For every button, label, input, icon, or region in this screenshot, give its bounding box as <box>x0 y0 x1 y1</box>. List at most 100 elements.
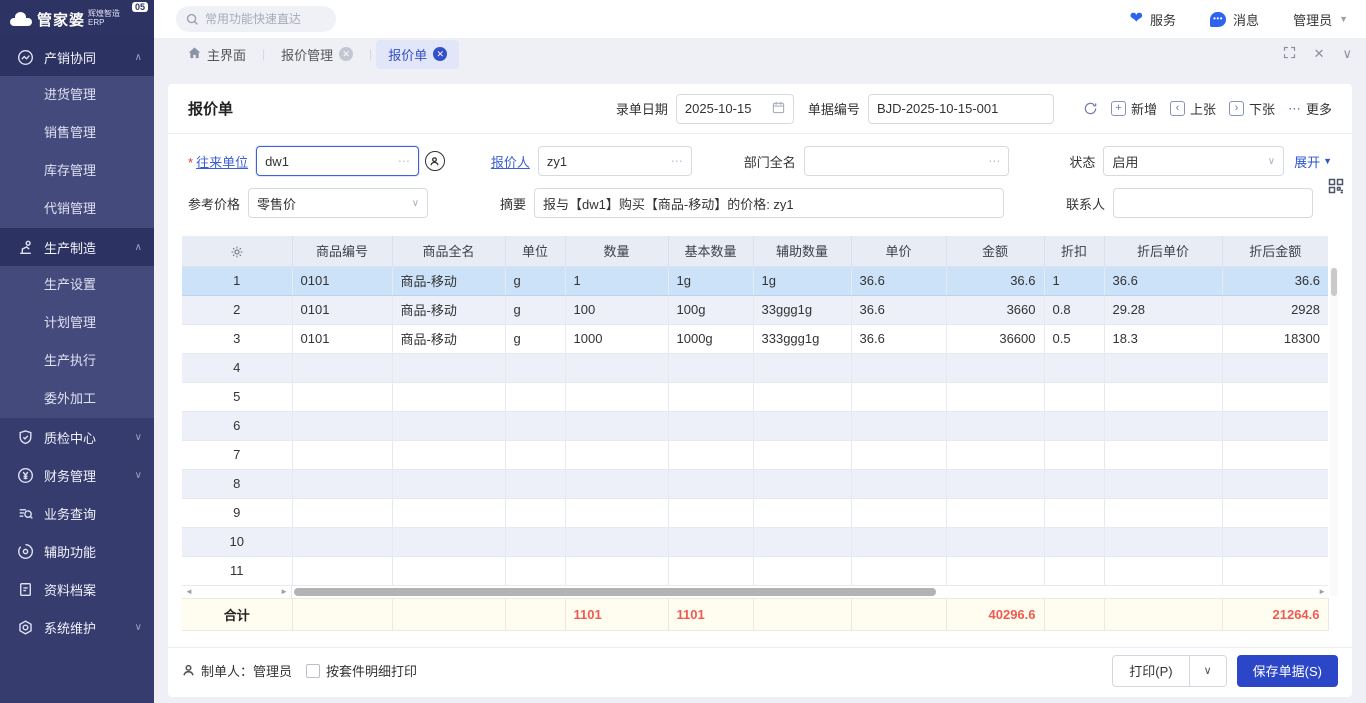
cell[interactable]: g <box>505 266 565 295</box>
cell[interactable] <box>565 556 668 585</box>
calendar-icon[interactable] <box>772 101 785 117</box>
cell[interactable] <box>851 498 946 527</box>
tab-quote-mgmt[interactable]: 报价管理 ✕ <box>269 40 365 69</box>
cell[interactable] <box>1044 382 1104 411</box>
cell[interactable] <box>565 411 668 440</box>
table-row[interactable]: 4 <box>182 353 1328 382</box>
cell[interactable]: 1g <box>668 266 753 295</box>
ellipsis-icon[interactable]: ⋯ <box>671 154 683 168</box>
cell[interactable] <box>753 353 851 382</box>
cell[interactable] <box>292 556 392 585</box>
cell[interactable] <box>392 527 505 556</box>
cell[interactable]: 7 <box>182 440 292 469</box>
cell[interactable]: g <box>505 324 565 353</box>
cell[interactable] <box>753 527 851 556</box>
cell[interactable] <box>851 382 946 411</box>
cell[interactable] <box>505 527 565 556</box>
cell[interactable]: 1g <box>753 266 851 295</box>
cell[interactable] <box>1104 527 1222 556</box>
cell[interactable] <box>668 440 753 469</box>
cell[interactable] <box>292 411 392 440</box>
cell[interactable]: 1 <box>1044 266 1104 295</box>
sidebar-item-data-archives[interactable]: 资料档案 <box>0 570 154 608</box>
cell[interactable]: 36.6 <box>851 324 946 353</box>
cell[interactable] <box>565 440 668 469</box>
cell[interactable]: 商品-移动 <box>392 295 505 324</box>
more-button[interactable]: ⋯ 更多 <box>1288 99 1332 118</box>
column-settings-button[interactable] <box>182 236 292 266</box>
cell[interactable]: 0101 <box>292 266 392 295</box>
cell[interactable] <box>668 556 753 585</box>
search-input[interactable] <box>205 12 326 26</box>
cell[interactable] <box>1044 440 1104 469</box>
quoter-field[interactable]: ⋯ <box>538 146 692 176</box>
cell[interactable]: 18300 <box>1222 324 1328 353</box>
cell[interactable]: 9 <box>182 498 292 527</box>
scroll-left-icon[interactable]: ◄ <box>185 587 193 596</box>
cell[interactable] <box>753 440 851 469</box>
department-field[interactable]: ⋯ <box>804 146 1010 176</box>
cell[interactable] <box>1222 469 1328 498</box>
checkbox[interactable] <box>306 664 320 678</box>
summary-input[interactable] <box>543 196 995 211</box>
cell[interactable] <box>851 411 946 440</box>
close-icon[interactable]: ✕ <box>433 47 447 61</box>
cell[interactable]: 10 <box>182 527 292 556</box>
cell[interactable]: 36.6 <box>946 266 1044 295</box>
cell[interactable]: 4 <box>182 353 292 382</box>
cell[interactable] <box>505 556 565 585</box>
horizontal-scrollbar[interactable]: ◄ ► ► <box>182 586 1328 598</box>
cell[interactable]: 100g <box>668 295 753 324</box>
cell[interactable] <box>851 527 946 556</box>
sidebar-item-aux-functions[interactable]: 辅助功能 <box>0 532 154 570</box>
cell[interactable] <box>668 411 753 440</box>
cell[interactable]: 100 <box>565 295 668 324</box>
next-doc-button[interactable]: › 下张 <box>1229 99 1275 118</box>
cell[interactable] <box>851 556 946 585</box>
cell[interactable] <box>1044 498 1104 527</box>
sidebar-item-purchase-mgmt[interactable]: 进货管理 <box>0 76 154 114</box>
record-date-field[interactable] <box>676 94 794 124</box>
cell[interactable] <box>392 411 505 440</box>
scroll-right-icon[interactable]: ► <box>1318 587 1328 596</box>
contact-input[interactable] <box>1122 196 1304 211</box>
vertical-scrollbar[interactable] <box>1330 266 1338 596</box>
cell[interactable] <box>946 382 1044 411</box>
quoter-label[interactable]: 报价人 <box>491 152 530 171</box>
cell[interactable] <box>753 382 851 411</box>
cell[interactable] <box>292 382 392 411</box>
frozen-col-scroller[interactable]: ◄ ► <box>182 586 292 598</box>
cell[interactable]: 0101 <box>292 324 392 353</box>
cell[interactable]: 333ggg1g <box>753 324 851 353</box>
scroll-right-icon[interactable]: ► <box>280 587 288 596</box>
sidebar-item-sales-mgmt[interactable]: 销售管理 <box>0 114 154 152</box>
cell[interactable]: 2 <box>182 295 292 324</box>
cell[interactable] <box>1222 556 1328 585</box>
cell[interactable] <box>851 353 946 382</box>
cell[interactable] <box>668 498 753 527</box>
record-date-input[interactable] <box>685 101 768 116</box>
sidebar-item-production-exec[interactable]: 生产执行 <box>0 342 154 380</box>
qr-code-icon[interactable] <box>1328 178 1344 197</box>
refresh-button[interactable] <box>1083 101 1098 116</box>
table-row[interactable]: 10 <box>182 527 1328 556</box>
cell[interactable] <box>946 469 1044 498</box>
cell[interactable]: 0.5 <box>1044 324 1104 353</box>
cell[interactable] <box>1044 411 1104 440</box>
table-row[interactable]: 20101商品-移动g100100g33ggg1g36.636600.829.2… <box>182 295 1328 324</box>
cell[interactable]: 8 <box>182 469 292 498</box>
cell[interactable] <box>668 469 753 498</box>
sidebar-item-production-setup[interactable]: 生产设置 <box>0 266 154 304</box>
print-button[interactable]: 打印(P) <box>1113 656 1188 686</box>
cell[interactable] <box>505 469 565 498</box>
cell[interactable]: 36.6 <box>851 266 946 295</box>
cell[interactable] <box>1104 440 1222 469</box>
cell[interactable] <box>565 527 668 556</box>
cell[interactable]: 3 <box>182 324 292 353</box>
customer-field[interactable]: ⋯ <box>256 146 419 176</box>
cell[interactable] <box>392 498 505 527</box>
prev-doc-button[interactable]: ‹ 上张 <box>1170 99 1216 118</box>
print-dropdown-button[interactable]: ∨ <box>1189 656 1226 686</box>
cell[interactable] <box>1044 353 1104 382</box>
sidebar-item-business-query[interactable]: 业务查询 <box>0 494 154 532</box>
